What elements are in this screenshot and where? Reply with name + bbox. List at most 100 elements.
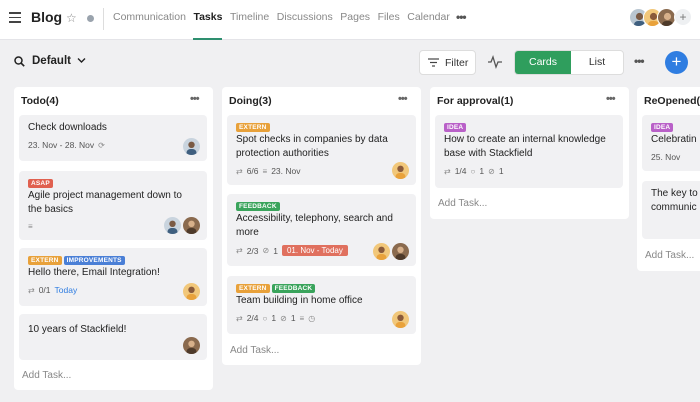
column-for-approval: For approval(1) ••• IDEA How to create a… (430, 87, 629, 219)
repeat-icon: ⟳ (98, 140, 105, 150)
assignees (371, 243, 409, 260)
subtask-icon: ⇄ (236, 313, 243, 323)
card-meta: ⇄ 6/6 ≡ 23. Nov (236, 166, 407, 176)
avatar[interactable] (392, 243, 409, 260)
date-range: 23. Nov - 28. Nov (28, 140, 95, 150)
card-tags: FEEDBACK (236, 200, 407, 211)
more-tabs-icon[interactable]: ••• (456, 10, 467, 24)
attachment-count: 1 (498, 166, 504, 176)
card-meta: ⇄ 2/4 ○ 1 ⊘ 1 ≡ ◷ (236, 313, 407, 323)
column-reopened: ReOpened( IDEA Celebratin 25. Nov The ke… (637, 87, 700, 271)
subtask-icon: ⇄ (444, 166, 451, 176)
avatar[interactable] (164, 217, 181, 234)
card-meta: 25. Nov (651, 152, 700, 162)
task-card[interactable]: IDEA Celebratin 25. Nov (642, 115, 700, 171)
column-menu-icon[interactable]: ••• (190, 93, 200, 105)
avatar[interactable] (392, 162, 409, 179)
add-task-link[interactable]: Add Task... (230, 345, 279, 356)
comment-icon: ○ (470, 166, 476, 176)
attachment-count: 1 (273, 245, 278, 256)
avatar[interactable] (392, 311, 409, 328)
menu-icon[interactable] (9, 12, 21, 23)
add-member-button[interactable]: + (674, 8, 692, 26)
list-view-button[interactable]: List (571, 51, 623, 74)
due-date: Today (54, 285, 78, 295)
task-card[interactable]: EXTERN IMPROVEMENTS Hello there, Email In… (19, 248, 207, 306)
column-todo: Todo(4) ••• Check downloads 23. Nov - 28… (14, 87, 213, 390)
comment-icon: ○ (262, 313, 268, 323)
task-card[interactable]: EXTERN FEEDBACK Team building in home off… (227, 276, 416, 334)
tag-extern: EXTERN (236, 284, 270, 293)
task-card[interactable]: ASAP Agile project management down to th… (19, 171, 207, 240)
card-title: Celebratin (651, 134, 697, 145)
task-card[interactable]: FEEDBACK Accessibility, telephony, searc… (227, 194, 416, 266)
card-title: 10 years of Stackfield! (28, 324, 127, 335)
subtask-count: 6/6 (246, 166, 259, 176)
task-card[interactable]: Check downloads 23. Nov - 28. Nov ⟳ (19, 115, 207, 161)
card-tags: EXTERN (236, 121, 407, 132)
add-task-button[interactable]: + (665, 51, 688, 74)
card-title: Hello there, Email Integration! (28, 267, 160, 278)
cards-view-button[interactable]: Cards (515, 51, 571, 74)
tag-extern: EXTERN (236, 123, 270, 132)
chevron-down-icon[interactable] (77, 57, 86, 64)
attachment-icon: ⊘ (488, 166, 495, 176)
filter-button[interactable]: Filter (419, 50, 476, 75)
subtask-count: 0/1 (38, 285, 51, 295)
more-options-icon[interactable]: ••• (634, 54, 645, 68)
description-icon: ≡ (28, 222, 33, 231)
column-menu-icon[interactable]: ••• (606, 93, 616, 105)
add-task-link[interactable]: Add Task... (645, 250, 694, 261)
column-menu-icon[interactable]: ••• (398, 93, 408, 105)
tab-pages[interactable]: Pages (340, 11, 370, 40)
subtask-count: 2/3 (246, 245, 259, 256)
tag-idea: IDEA (444, 123, 467, 132)
subtask-icon: ⇄ (236, 246, 243, 255)
comment-count: 1 (479, 166, 485, 176)
task-card[interactable]: 10 years of Stackfield! (19, 314, 207, 360)
add-task-link[interactable]: Add Task... (22, 370, 71, 381)
tab-communication[interactable]: Communication (113, 11, 186, 40)
view-selector[interactable]: Default (32, 55, 71, 67)
assignees (181, 283, 200, 300)
card-tags: IDEA (651, 121, 700, 132)
tab-calendar[interactable]: Calendar (407, 11, 450, 40)
tag-asap: ASAP (28, 179, 53, 188)
card-title: Spot checks in companies by data protect… (236, 134, 388, 159)
status-dot-icon (87, 15, 94, 22)
star-icon[interactable]: ☆ (66, 11, 77, 25)
task-card[interactable]: IDEA How to create an internal knowledge… (435, 115, 623, 188)
search-icon[interactable] (14, 56, 25, 67)
column-title: Doing(3) (229, 95, 272, 107)
card-title: Accessibility, telephony, search and mor… (236, 213, 393, 238)
task-card[interactable]: EXTERN Spot checks in companies by data … (227, 115, 416, 185)
avatar[interactable] (183, 337, 200, 354)
member-avatars[interactable]: + (629, 8, 692, 27)
tag-improvements: IMPROVEMENTS (63, 256, 125, 265)
avatar[interactable] (183, 217, 200, 234)
subtask-count: 2/4 (246, 313, 259, 323)
top-nav-bar: Blog ☆ Communication Tasks Timeline Disc… (0, 0, 700, 40)
tab-timeline[interactable]: Timeline (230, 11, 269, 40)
subtask-icon: ⇄ (236, 166, 243, 176)
tab-tasks[interactable]: Tasks (193, 11, 223, 40)
activity-icon[interactable] (488, 55, 502, 69)
column-title: For approval(1) (437, 95, 514, 107)
avatar[interactable] (183, 138, 200, 155)
project-title[interactable]: Blog (31, 9, 62, 25)
subtask-icon: ⇄ (28, 285, 35, 295)
card-tags: EXTERN FEEDBACK (236, 282, 407, 293)
avatar[interactable] (183, 283, 200, 300)
tab-discussions[interactable]: Discussions (277, 11, 333, 40)
overdue-date-badge: 01. Nov - Today (281, 245, 348, 256)
card-title: How to create an internal knowledge base… (444, 134, 606, 159)
filter-label: Filter (445, 56, 469, 69)
timer-icon: ◷ (308, 313, 316, 323)
attachment-count: 1 (290, 313, 296, 323)
task-card[interactable]: The key to communic (642, 181, 700, 239)
card-tags: IDEA (444, 121, 614, 132)
add-task-link[interactable]: Add Task... (438, 198, 487, 209)
card-meta: ⇄ 0/1 Today (28, 285, 198, 295)
tab-files[interactable]: Files (378, 11, 400, 40)
avatar[interactable] (373, 243, 390, 260)
